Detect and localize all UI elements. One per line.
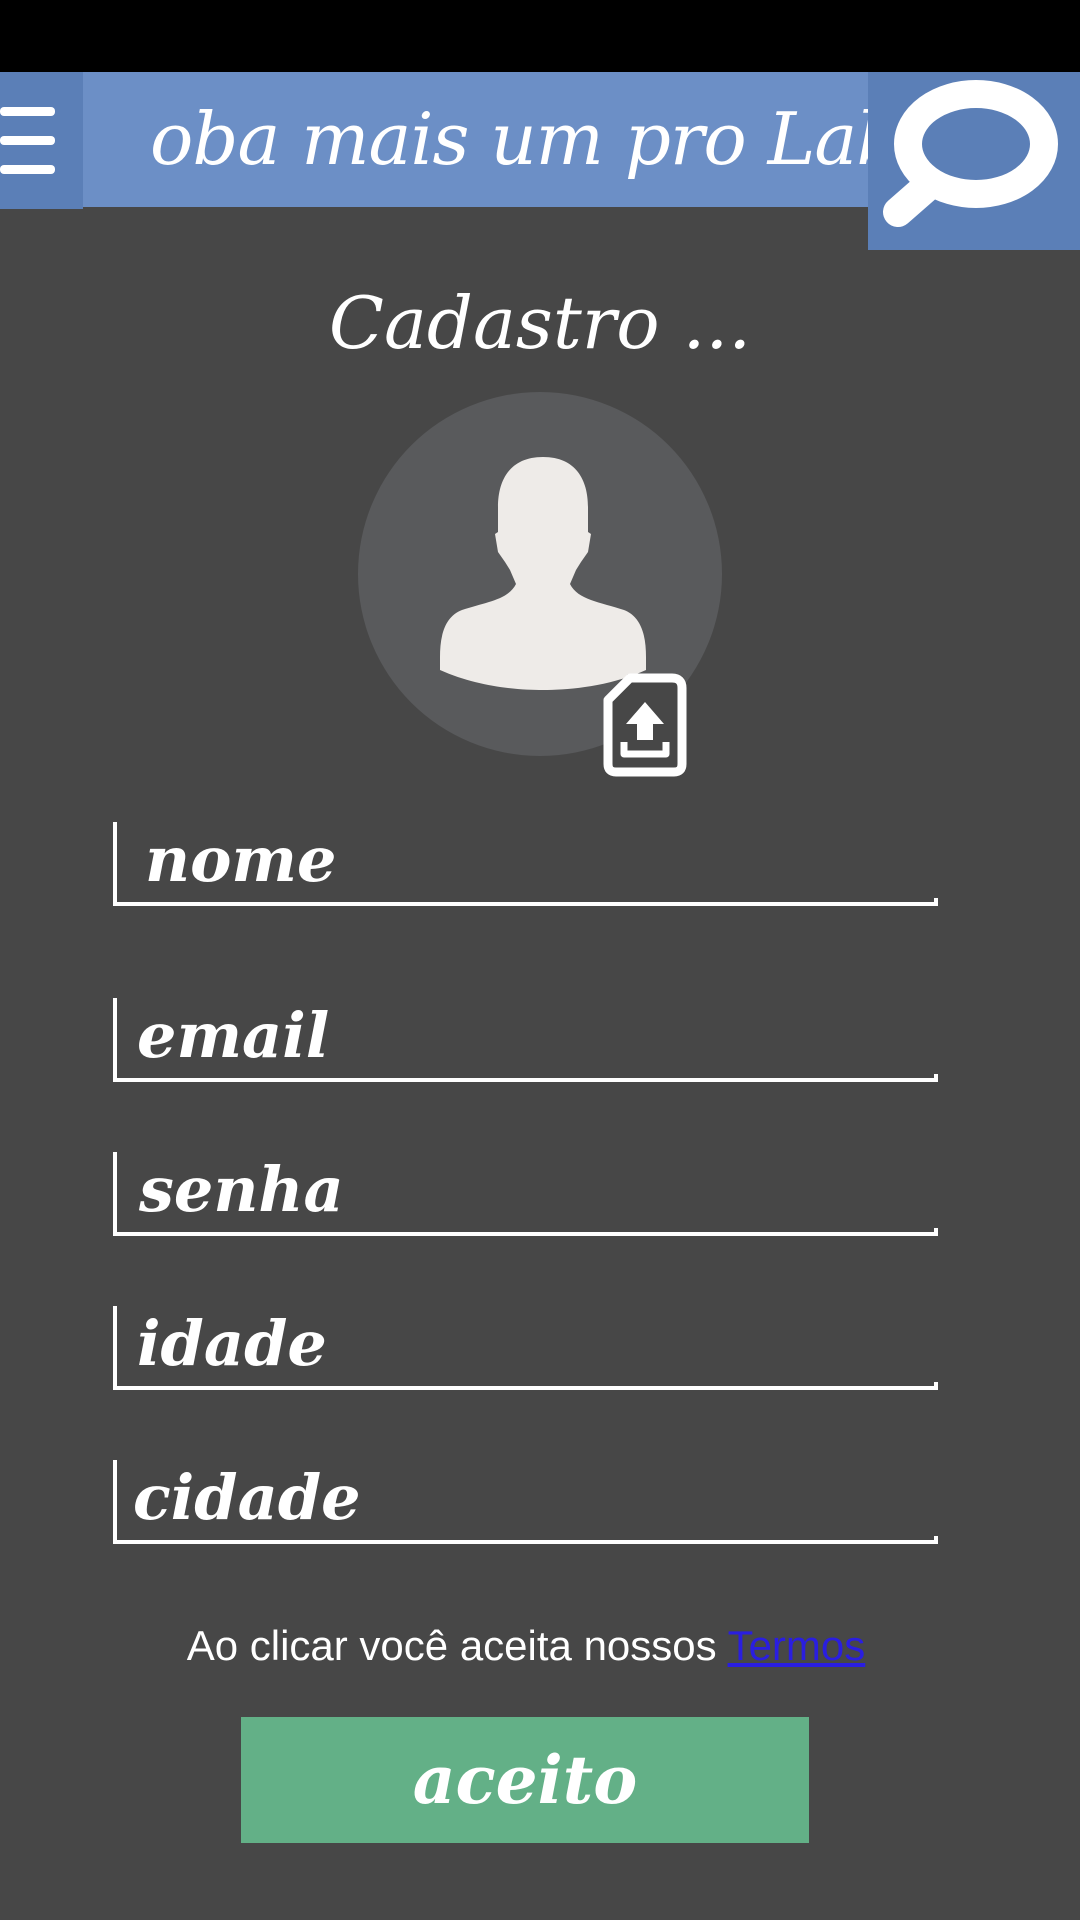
- upload-photo-button[interactable]: [600, 670, 690, 780]
- age-field[interactable]: idade: [113, 1306, 938, 1390]
- name-field-placeholder: nome: [145, 823, 337, 896]
- terms-notice: Ao clicar você aceita nossos Termos: [0, 1617, 1052, 1675]
- terms-text: Ao clicar você aceita nossos: [186, 1622, 728, 1669]
- accept-button[interactable]: aceito: [241, 1717, 809, 1843]
- email-field[interactable]: email: [113, 998, 938, 1082]
- city-field-placeholder: cidade: [133, 1461, 361, 1534]
- password-field-placeholder: senha: [139, 1153, 344, 1226]
- hamburger-menu-icon-line: [0, 136, 55, 145]
- page-title: Cadastro ...: [328, 281, 752, 365]
- search-button[interactable]: [868, 72, 1080, 250]
- age-field-placeholder: idade: [137, 1307, 327, 1380]
- menu-button[interactable]: [0, 72, 83, 209]
- magnifier-icon: [883, 80, 1058, 227]
- city-field[interactable]: cidade: [113, 1460, 938, 1544]
- terms-link[interactable]: Termos: [728, 1622, 866, 1669]
- password-field[interactable]: senha: [113, 1152, 938, 1236]
- hamburger-menu-icon: [0, 107, 55, 116]
- file-upload-icon: [603, 673, 687, 777]
- app-title: oba mais um pro Lab: [150, 97, 902, 181]
- name-field[interactable]: nome: [113, 822, 938, 906]
- status-bar: [0, 0, 1080, 72]
- hamburger-menu-icon-line: [0, 165, 55, 174]
- email-field-placeholder: email: [137, 999, 330, 1072]
